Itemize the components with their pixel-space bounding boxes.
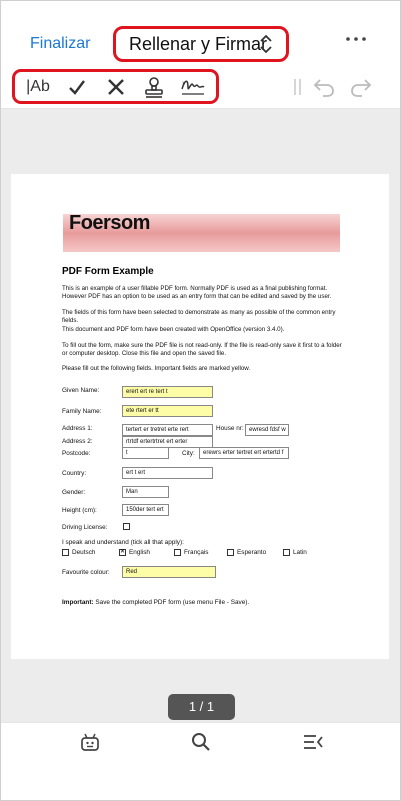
banner-logo: Foersom (69, 212, 150, 234)
cross-mark-icon[interactable] (106, 75, 126, 99)
text-tool-icon[interactable]: |Ab (25, 75, 51, 99)
paragraph-readonly: To fill out the form, make sure the PDF … (62, 342, 342, 358)
divider-icon (294, 79, 301, 95)
gender-label: Gender: (62, 489, 86, 496)
paragraph-intro: This is an example of a user fillable PD… (62, 285, 332, 301)
given-name-label: Given Name: (62, 387, 100, 394)
outline-menu-icon[interactable] (302, 731, 324, 753)
family-name-label: Family Name: (62, 408, 102, 415)
postcode-label: Postcode: (62, 450, 91, 457)
language-checkbox-english[interactable]: ✕ (119, 549, 126, 556)
important-text: Save the completed PDF form (use menu Fi… (93, 599, 250, 606)
country-label: Country: (62, 470, 87, 477)
languages-label: I speak and understand (tick all that ap… (62, 539, 184, 546)
address1-field[interactable]: tertert er tretret erte rert (122, 424, 213, 436)
favourite-colour-label: Favourite colour: (62, 569, 110, 576)
postcode-field[interactable]: t (122, 447, 169, 459)
house-nr-label: House nr: (216, 425, 244, 432)
more-options-icon[interactable] (345, 34, 367, 44)
language-label-français: Français (184, 549, 209, 556)
document-title: PDF Form Example (62, 266, 154, 277)
height-label: Height (cm): (62, 507, 97, 514)
driving-license-checkbox[interactable] (123, 523, 130, 530)
language-checkbox-français[interactable] (174, 549, 181, 556)
address1-label: Address 1: (62, 425, 93, 432)
undo-icon[interactable] (313, 75, 335, 99)
house-nr-field[interactable]: ewresd fdsf w (245, 424, 289, 436)
signature-icon[interactable]: × (180, 75, 206, 99)
gender-field[interactable]: Man (122, 486, 169, 498)
family-name-field[interactable]: ete rtert er tt (122, 405, 213, 417)
mode-title[interactable]: Rellenar y Firmar (129, 34, 267, 55)
paragraph-fields: The fields of this form have been select… (62, 309, 336, 325)
city-field[interactable]: erewrs erter tertret ert ertertd f (199, 447, 289, 459)
assistant-icon[interactable] (79, 731, 101, 753)
redo-icon[interactable] (350, 75, 372, 99)
search-icon[interactable] (190, 731, 212, 753)
driving-license-label: Driving License: (62, 524, 108, 531)
language-label-latin: Latin (293, 549, 307, 556)
language-label-english: English (129, 549, 150, 556)
finish-button[interactable]: Finalizar (30, 35, 90, 53)
language-checkbox-esperanto[interactable] (227, 549, 234, 556)
language-label-deutsch: Deutsch (72, 549, 96, 556)
language-checkbox-deutsch[interactable] (62, 549, 69, 556)
svg-text:×: × (182, 81, 186, 87)
given-name-field[interactable]: erert ert re tert t (122, 386, 213, 398)
important-label: Important: (62, 599, 94, 606)
important-note: Important: Save the completed PDF form (… (62, 599, 249, 606)
favourite-colour-field[interactable]: Red (122, 566, 216, 578)
chevron-up-down-icon[interactable] (259, 33, 273, 55)
page-indicator: 1 / 1 (168, 694, 235, 720)
height-field[interactable]: 150der tert ert (122, 504, 169, 516)
language-label-esperanto: Esperanto (237, 549, 267, 556)
app-window: Finalizar Rellenar y Firmar |Ab × Foerso… (0, 0, 401, 801)
address2-label: Address 2: (62, 438, 93, 445)
stamp-icon[interactable] (143, 75, 165, 99)
city-label: City: (182, 450, 195, 457)
paragraph-openoffice: This document and PDF form have been cre… (62, 326, 285, 333)
country-field[interactable]: ert t ert (122, 467, 213, 479)
language-checkbox-latin[interactable] (283, 549, 290, 556)
paragraph-instructions: Please fill out the following fields. Im… (62, 365, 251, 372)
check-mark-icon[interactable] (67, 75, 87, 99)
